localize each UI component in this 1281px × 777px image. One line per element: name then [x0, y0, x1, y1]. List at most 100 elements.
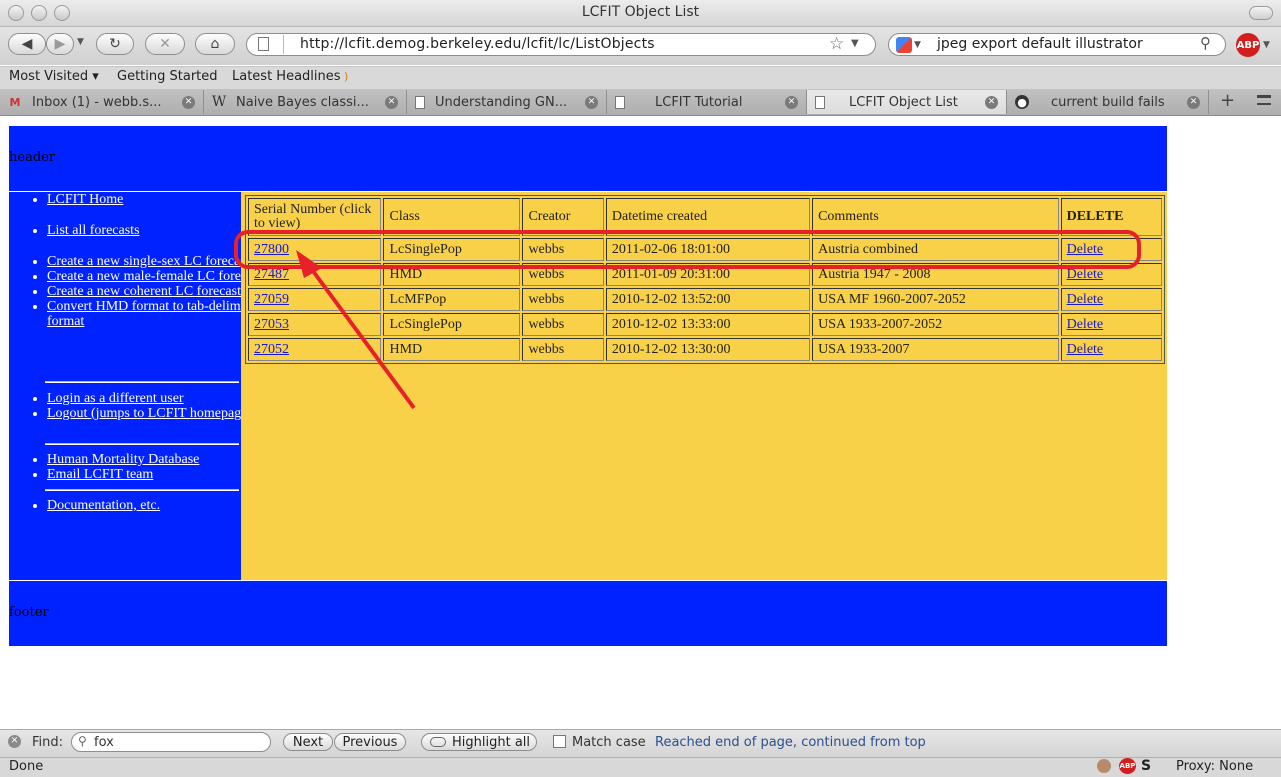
- tab-naive-bayes[interactable]: W Naive Bayes classi... ✕: [204, 90, 407, 114]
- tab-lcfit-tutorial[interactable]: LCFIT Tutorial ✕: [607, 90, 807, 114]
- sidebar-link-list-forecasts[interactable]: List all forecasts: [47, 223, 140, 238]
- datetime-cell: 2010-12-02 13:30:00: [605, 338, 811, 361]
- tab-lcfit-object-list[interactable]: LCFIT Object List ✕: [807, 90, 1007, 114]
- delete-link[interactable]: Delete: [1067, 242, 1104, 257]
- reload-button[interactable]: ↻: [96, 33, 134, 55]
- addon-icon[interactable]: [1097, 759, 1111, 773]
- class-cell: HMD: [383, 263, 521, 286]
- find-input-value[interactable]: fox: [94, 735, 114, 750]
- find-previous-button[interactable]: Previous: [334, 733, 406, 751]
- delete-link[interactable]: Delete: [1067, 292, 1104, 307]
- table-row: 27800 LcSinglePop webbs 2011-02-06 18:01…: [248, 238, 1162, 261]
- highlight-all-button[interactable]: Highlight all: [421, 733, 537, 751]
- serial-link-27052[interactable]: 27052: [254, 342, 289, 357]
- tab-understanding[interactable]: Understanding GN... ✕: [407, 90, 607, 114]
- close-find-bar-icon[interactable]: ✕: [8, 735, 21, 748]
- sidebar-link-logout[interactable]: Logout (jumps to LCFIT homepage): [47, 406, 252, 421]
- sidebar-link-hmd[interactable]: Human Mortality Database: [47, 452, 199, 467]
- window-title: LCFIT Object List: [581, 4, 700, 20]
- sidebar-link-male-female[interactable]: Create a new male-female LC forecast: [47, 269, 263, 284]
- sidebar-link-coherent[interactable]: Create a new coherent LC forecast: [47, 284, 241, 299]
- class-cell: LcSinglePop: [383, 313, 521, 336]
- sidebar-link-lcfit-home[interactable]: LCFIT Home: [47, 192, 123, 207]
- sidebar-link-email[interactable]: Email LCFIT team: [47, 467, 153, 482]
- page-icon: [815, 95, 825, 109]
- page-icon: [615, 95, 625, 109]
- back-button[interactable]: ◀: [8, 33, 46, 55]
- close-tab-icon[interactable]: ✕: [785, 95, 798, 109]
- stop-button[interactable]: ✕: [145, 33, 185, 55]
- sidebar-link-login[interactable]: Login as a different user: [47, 391, 184, 406]
- history-dropdown-icon[interactable]: ▼: [77, 37, 84, 47]
- github-icon: ●: [1015, 95, 1029, 109]
- proxy-status[interactable]: Proxy: None: [1176, 759, 1253, 774]
- delete-cell: Delete: [1060, 338, 1162, 361]
- home-icon: ⌂: [210, 36, 220, 52]
- serial-link-27059[interactable]: 27059: [254, 292, 289, 307]
- close-tab-icon[interactable]: ✕: [585, 95, 598, 109]
- match-case-checkbox[interactable]: [553, 735, 566, 748]
- table-row: 27059 LcMFPop webbs 2010-12-02 13:52:00 …: [248, 288, 1162, 311]
- comments-cell: Austria combined: [812, 238, 1059, 261]
- wikipedia-icon: W: [211, 94, 227, 110]
- comments-cell: USA MF 1960-2007-2052: [812, 288, 1059, 311]
- sidebar-link-convert-hmd[interactable]: Convert HMD format to tab-delimited form…: [47, 299, 262, 329]
- url-dropdown-icon[interactable]: ▼: [851, 38, 859, 49]
- bookmark-getting-started[interactable]: Getting Started: [117, 69, 218, 84]
- forward-button[interactable]: ▶: [46, 33, 74, 55]
- forward-arrow-icon: ▶: [54, 36, 66, 52]
- bookmark-latest-headlines[interactable]: Latest Headlines: [232, 69, 341, 84]
- column-header-comments: Comments: [812, 198, 1059, 236]
- bookmark-star-icon[interactable]: ☆: [829, 34, 844, 54]
- find-next-button[interactable]: Next: [283, 733, 333, 751]
- creator-cell: webbs: [522, 338, 604, 361]
- serial-link-27487[interactable]: 27487: [254, 267, 289, 282]
- bookmark-most-visited[interactable]: Most Visited ▾: [9, 69, 99, 84]
- page-footer: footer: [9, 581, 1167, 646]
- page-icon: [415, 95, 425, 109]
- column-header-creator: Creator: [522, 198, 604, 236]
- tab-label: current build fails: [1051, 94, 1165, 110]
- serial-link-27053[interactable]: 27053: [254, 317, 289, 332]
- serial-cell: 27059: [248, 288, 382, 311]
- delete-link[interactable]: Delete: [1067, 342, 1104, 357]
- url-text[interactable]: http://lcfit.demog.berkeley.edu/lcfit/lc…: [300, 36, 655, 52]
- class-cell: LcMFPop: [383, 288, 521, 311]
- mail-icon: M: [9, 95, 21, 109]
- tab-label: LCFIT Tutorial: [655, 94, 743, 110]
- tab-inbox[interactable]: M Inbox (1) - webb.s... ✕: [0, 90, 204, 114]
- adblock-label: ABP: [1236, 39, 1260, 51]
- skype-icon[interactable]: S: [1141, 758, 1151, 774]
- footer-text: footer: [9, 605, 49, 620]
- close-tab-icon[interactable]: ✕: [985, 95, 998, 109]
- search-magnifier-icon[interactable]: ⚲: [1200, 34, 1211, 52]
- delete-link[interactable]: Delete: [1067, 267, 1104, 282]
- back-arrow-icon: ◀: [21, 36, 33, 52]
- close-tab-icon[interactable]: ✕: [182, 95, 195, 109]
- close-tab-icon[interactable]: ✕: [385, 95, 398, 109]
- toolbar-toggle-button[interactable]: [1249, 6, 1273, 20]
- tab-list-icon[interactable]: [1257, 95, 1271, 105]
- adblock-plus-icon[interactable]: ABP: [1236, 33, 1260, 57]
- home-button[interactable]: ⌂: [195, 33, 235, 55]
- serial-cell: 27053: [248, 313, 382, 336]
- page-icon: [258, 37, 269, 51]
- adblock-status-icon[interactable]: ABP: [1119, 758, 1136, 774]
- new-tab-icon[interactable]: +: [1220, 90, 1235, 111]
- table-row: 27053 LcSinglePop webbs 2010-12-02 13:33…: [248, 313, 1162, 336]
- delete-link[interactable]: Delete: [1067, 317, 1104, 332]
- column-header-datetime: Datetime created: [605, 198, 811, 236]
- sidebar-link-documentation[interactable]: Documentation, etc.: [47, 498, 160, 513]
- search-input[interactable]: jpeg export default illustrator: [937, 36, 1143, 52]
- google-search-icon[interactable]: [896, 37, 912, 53]
- search-engine-dropdown-icon[interactable]: ▼: [914, 40, 921, 50]
- adblock-dropdown-icon[interactable]: ▼: [1263, 40, 1270, 50]
- table-header-row: Serial Number (click to view) Class Crea…: [248, 198, 1162, 236]
- close-tab-icon[interactable]: ✕: [1187, 95, 1200, 109]
- delete-cell: Delete: [1060, 263, 1162, 286]
- table-row: 27487 HMD webbs 2011-01-09 20:31:00 Aust…: [248, 263, 1162, 286]
- tab-current-build-fails[interactable]: ● current build fails ✕: [1007, 90, 1209, 114]
- comments-cell: Austria 1947 - 2008: [812, 263, 1059, 286]
- sidebar-link-single-sex[interactable]: Create a new single-sex LC forecast: [47, 254, 250, 269]
- serial-link-27800[interactable]: 27800: [254, 242, 289, 257]
